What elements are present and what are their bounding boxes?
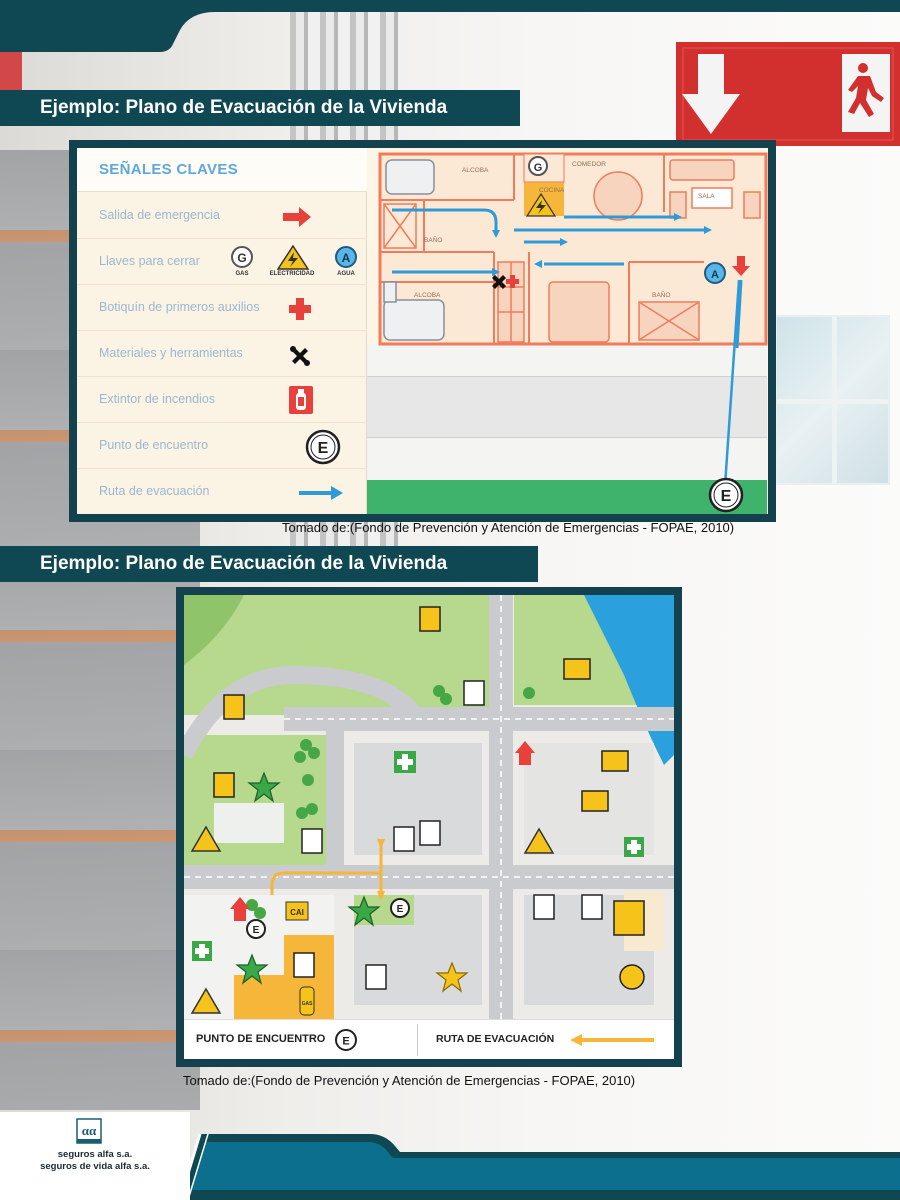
svg-text:CAI: CAI	[290, 908, 304, 917]
legend-item-emergency-exit: Salida de emergencia	[77, 194, 367, 239]
evacuation-route-arrow-icon	[299, 486, 343, 500]
svg-text:COCINA: COCINA	[539, 187, 565, 194]
electricity-warning-icon	[276, 244, 310, 270]
source-credit-1: Tomado de:(Fondo de Prevención y Atenció…	[282, 520, 735, 535]
svg-text:GAS: GAS	[302, 1001, 314, 1007]
svg-text:A: A	[342, 251, 351, 265]
red-arrow-icon	[283, 207, 311, 227]
legend-label: Botiquín de primeros auxilios	[99, 300, 260, 314]
legend-item-first-aid: Botiquín de primeros auxilios	[77, 286, 367, 331]
shutoff-keys-icons: G A	[231, 244, 357, 270]
legend-label: Ruta de evacuación	[99, 484, 210, 498]
exit-sign	[676, 42, 900, 146]
svg-text:αα: αα	[82, 1123, 97, 1138]
legend-panel: SEÑALES CLAVES Salida de emergencia Llav…	[77, 148, 367, 514]
svg-text:BAÑO: BAÑO	[424, 235, 442, 244]
evacuation-route-label: RUTA DE EVACUACIÓN	[436, 1033, 555, 1045]
tools-icon	[290, 346, 310, 366]
first-aid-cross-icon	[289, 298, 311, 320]
plan-canvas: SEÑALES CLAVES Salida de emergencia Llav…	[77, 148, 768, 514]
svg-text:BAÑO: BAÑO	[652, 290, 670, 299]
section-title-2: Ejemplo: Plano de Evacuación de la Vivie…	[0, 546, 538, 582]
sub-label-gas: GAS	[235, 271, 249, 277]
svg-text:G: G	[534, 162, 543, 174]
brand-line-2: seguros de vida alfa s.a.	[40, 1161, 150, 1172]
svg-text:ALCOBA: ALCOBA	[462, 167, 489, 174]
brand-line-1: seguros alfa s.a.	[57, 1149, 133, 1160]
map-legend-footer: PUNTO DE ENCUENTRO E RUTA DE EVACUACIÓN	[184, 1019, 674, 1059]
svg-text:E: E	[253, 925, 260, 936]
legend-label: Salida de emergencia	[99, 208, 220, 222]
neighborhood-map: E E CAI GAS	[184, 595, 674, 1019]
legend-label: Extintor de incendios	[99, 392, 216, 406]
sub-label-water: AGUA	[337, 271, 355, 277]
svg-text:ALCOBA: ALCOBA	[414, 292, 441, 299]
meeting-point-icon: E	[305, 429, 341, 465]
svg-text:SALA: SALA	[698, 193, 715, 200]
svg-text:COMEDOR: COMEDOR	[572, 161, 606, 168]
meeting-point-icon: E	[708, 477, 744, 513]
water-valve-icon: A	[335, 246, 357, 268]
fire-extinguisher-icon	[289, 386, 313, 414]
svg-text:G: G	[237, 251, 246, 265]
gas-valve-icon: G	[528, 156, 548, 176]
section-title-1: Ejemplo: Plano de Evacuación de la Vivie…	[0, 90, 520, 126]
neighborhood-evacuation-map: E E CAI GAS PUNTO DE ENCUENTRO E RUTA DE…	[176, 587, 682, 1067]
evacuation-route-arrow-icon	[570, 1034, 654, 1046]
legend-item-evacuation-route: Ruta de evacuación	[77, 470, 367, 514]
legend-item-tools: Materiales y herramientas	[77, 332, 367, 377]
legend-label: Llaves para cerrar	[99, 254, 200, 268]
house-evacuation-plan: SEÑALES CLAVES Salida de emergencia Llav…	[69, 140, 776, 522]
map-canvas: E E CAI GAS PUNTO DE ENCUENTRO E RUTA DE…	[184, 595, 674, 1059]
legend-title: SEÑALES CLAVES	[99, 161, 238, 178]
svg-text:E: E	[342, 1036, 349, 1048]
legend-item-fire-extinguisher: Extintor de incendios	[77, 378, 367, 423]
svg-text:E: E	[318, 440, 329, 457]
legend-item-meeting-point: Punto de encuentro E	[77, 424, 367, 469]
legend-label: Materiales y herramientas	[99, 346, 243, 360]
meeting-point-icon: E	[335, 1029, 357, 1051]
background-glass-blocks	[775, 315, 890, 485]
alfa-logo-icon: αα	[76, 1118, 102, 1144]
gas-valve-icon: G	[231, 246, 253, 268]
legend-item-shutoff-keys: Llaves para cerrar G A GAS ELECTRICIDAD …	[77, 240, 367, 285]
svg-text:E: E	[397, 904, 404, 915]
sub-label-electricity: ELECTRICIDAD	[269, 271, 315, 277]
footer-divider	[417, 1024, 418, 1056]
background-red-detail	[0, 50, 22, 90]
meeting-point-label: PUNTO DE ENCUENTRO	[196, 1033, 326, 1045]
source-credit-2: Tomado de:(Fondo de Prevención y Atenció…	[183, 1073, 636, 1088]
legend-label: Punto de encuentro	[99, 438, 209, 452]
svg-text:E: E	[721, 488, 732, 505]
